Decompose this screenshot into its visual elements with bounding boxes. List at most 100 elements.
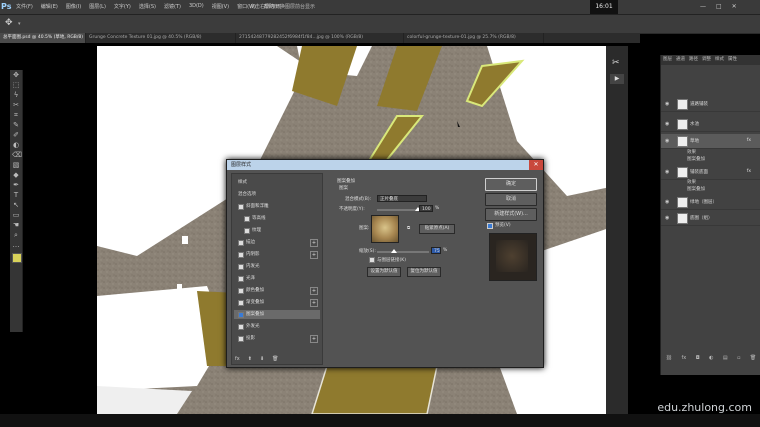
style-list-item[interactable]: 光泽	[234, 274, 320, 283]
style-list-item[interactable]: 外发光	[234, 322, 320, 331]
dialog-footer-icon[interactable]: 🗑	[272, 356, 278, 362]
new-preset-icon[interactable]: ⧉	[407, 225, 410, 231]
move-tool-icon[interactable]: ✥	[5, 18, 13, 28]
style-checkbox[interactable]	[238, 276, 244, 282]
style-list-item[interactable]: 内发光	[234, 262, 320, 271]
panel-tab[interactable]: 样式	[713, 55, 726, 65]
tool-icon[interactable]: ⌫	[12, 151, 22, 159]
style-list-item[interactable]: 投影 +	[234, 334, 320, 343]
maximize-icon[interactable]: □	[716, 3, 722, 10]
ok-button[interactable]: 确定	[485, 178, 537, 191]
style-list-item[interactable]: 颜色叠加 +	[234, 286, 320, 295]
style-checkbox[interactable]	[238, 204, 244, 210]
menu-item[interactable]: 文件(F)	[16, 3, 33, 10]
panel-tab[interactable]: 路径	[687, 55, 700, 65]
style-checkbox[interactable]	[238, 252, 244, 258]
menu-item[interactable]: 视图(V)	[212, 3, 229, 10]
set-default-button[interactable]: 设置为默认值	[367, 267, 401, 277]
eye-icon[interactable]: ◉	[665, 169, 669, 175]
layers-footer-icon[interactable]: ▫	[737, 355, 740, 365]
style-checkbox[interactable]	[244, 228, 250, 234]
tool-icon[interactable]: T	[12, 191, 20, 199]
add-style-icon[interactable]: +	[310, 239, 318, 247]
menu-item[interactable]: 图层(L)	[89, 3, 106, 10]
foreground-color-swatch[interactable]	[12, 253, 22, 263]
menu-item[interactable]: 选择(S)	[139, 3, 156, 10]
layers-footer-icon[interactable]: ▤	[723, 355, 728, 365]
effect-item[interactable]: 图案叠加	[687, 156, 705, 164]
dialog-footer-icon[interactable]: ⬆	[248, 356, 252, 362]
doc-tab[interactable]: colorful-grunge-texture-01.jpg @ 25.7% (…	[404, 33, 544, 43]
tool-icon[interactable]: ◐	[12, 141, 20, 149]
panel-tab[interactable]: 图层	[661, 55, 674, 65]
tool-icon[interactable]: ▭	[12, 211, 20, 219]
style-list-item[interactable]: 斜面和浮雕	[234, 202, 320, 211]
tool-icon[interactable]: ↖	[12, 201, 20, 209]
scale-slider[interactable]	[377, 251, 429, 253]
style-list-item[interactable]: 混合选项	[234, 190, 320, 199]
options-dropdown-icon[interactable]: ▾	[18, 21, 21, 27]
layers-footer-icon[interactable]: fx	[682, 355, 687, 365]
eye-icon[interactable]: ◉	[665, 199, 669, 205]
menu-item[interactable]: 图像(I)	[66, 3, 81, 10]
pattern-swatch[interactable]	[371, 215, 399, 243]
close-icon[interactable]: ✕	[529, 160, 543, 170]
style-checkbox[interactable]	[238, 288, 244, 294]
tool-icon[interactable]: ⬚	[12, 81, 20, 89]
style-list-item[interactable]: 纹理	[234, 226, 320, 235]
cancel-button[interactable]: 取消	[485, 193, 537, 206]
style-checkbox[interactable]	[238, 312, 244, 318]
doc-tab[interactable]: 27154248779282452f6984f1f84...jpg @ 100%…	[236, 33, 404, 43]
layers-footer-icon[interactable]: ⛓	[666, 355, 672, 365]
layer-row[interactable]: ◉ 底图（组）	[661, 211, 760, 226]
layers-footer-icon[interactable]: ◐	[709, 355, 713, 365]
tool-icon[interactable]: ϟ	[12, 91, 20, 99]
play-icon[interactable]: ▶	[610, 74, 624, 84]
opacity-slider[interactable]	[377, 209, 417, 211]
menu-item[interactable]: 3D(D)	[189, 3, 204, 10]
tool-icon[interactable]: ▧	[12, 161, 20, 169]
add-style-icon[interactable]: +	[310, 287, 318, 295]
tool-icon[interactable]: ✥	[12, 71, 20, 79]
style-checkbox[interactable]	[238, 240, 244, 246]
add-style-icon[interactable]: +	[310, 299, 318, 307]
layer-row[interactable]: ◉ 水池	[661, 117, 760, 132]
link-with-layer-checkbox[interactable]	[369, 257, 375, 263]
minimize-icon[interactable]: —	[700, 3, 706, 10]
snap-to-origin-button[interactable]: 贴紧原点(A)	[419, 224, 455, 234]
panel-tab[interactable]: 通道	[674, 55, 687, 65]
style-checkbox[interactable]	[244, 216, 250, 222]
eye-icon[interactable]: ◉	[665, 138, 669, 144]
style-list-item[interactable]: 内阴影 +	[234, 250, 320, 259]
blend-mode-select[interactable]: 正片叠底	[377, 195, 427, 202]
tool-icon[interactable]: …	[12, 241, 20, 249]
style-list-item[interactable]: 等高线	[234, 214, 320, 223]
tool-icon[interactable]: ☚	[12, 221, 20, 229]
fx-icon[interactable]: fx	[747, 169, 751, 174]
reset-default-button[interactable]: 复位为默认值	[407, 267, 441, 277]
eye-icon[interactable]: ◉	[665, 121, 669, 127]
style-checkbox[interactable]	[238, 324, 244, 330]
close-icon[interactable]: ✕	[732, 3, 737, 10]
style-checkbox[interactable]	[238, 336, 244, 342]
style-list-item[interactable]: 描边 +	[234, 238, 320, 247]
layers-footer-icon[interactable]: 🗑	[750, 355, 756, 365]
layer-row[interactable]: ◉ 绿地（图层）	[661, 195, 760, 210]
tool-icon[interactable]: ◆	[12, 171, 20, 179]
scale-knob[interactable]	[391, 249, 397, 253]
style-checkbox[interactable]	[238, 300, 244, 306]
dialog-footer-icon[interactable]: fx	[235, 356, 240, 362]
eye-icon[interactable]: ◉	[665, 101, 669, 107]
panel-tab[interactable]: 调整	[700, 55, 713, 65]
tool-icon[interactable]: ✂	[12, 101, 20, 109]
eye-icon[interactable]: ◉	[665, 215, 669, 221]
scale-input[interactable]: 75	[431, 247, 441, 254]
opacity-input[interactable]: 100	[419, 205, 433, 212]
layer-row[interactable]: ◉ 道路铺装	[661, 97, 760, 112]
tool-icon[interactable]: ✎	[12, 121, 20, 129]
doc-tab[interactable]: 总平面图.psd @ 40.5% (草地, RGB/8)	[0, 33, 86, 43]
scissors-icon[interactable]: ✂	[612, 58, 620, 68]
style-checkbox[interactable]	[238, 264, 244, 270]
layer-row-selected[interactable]: ◉ 草地 fx	[661, 134, 760, 149]
layers-footer-icon[interactable]: ◘	[696, 355, 700, 365]
